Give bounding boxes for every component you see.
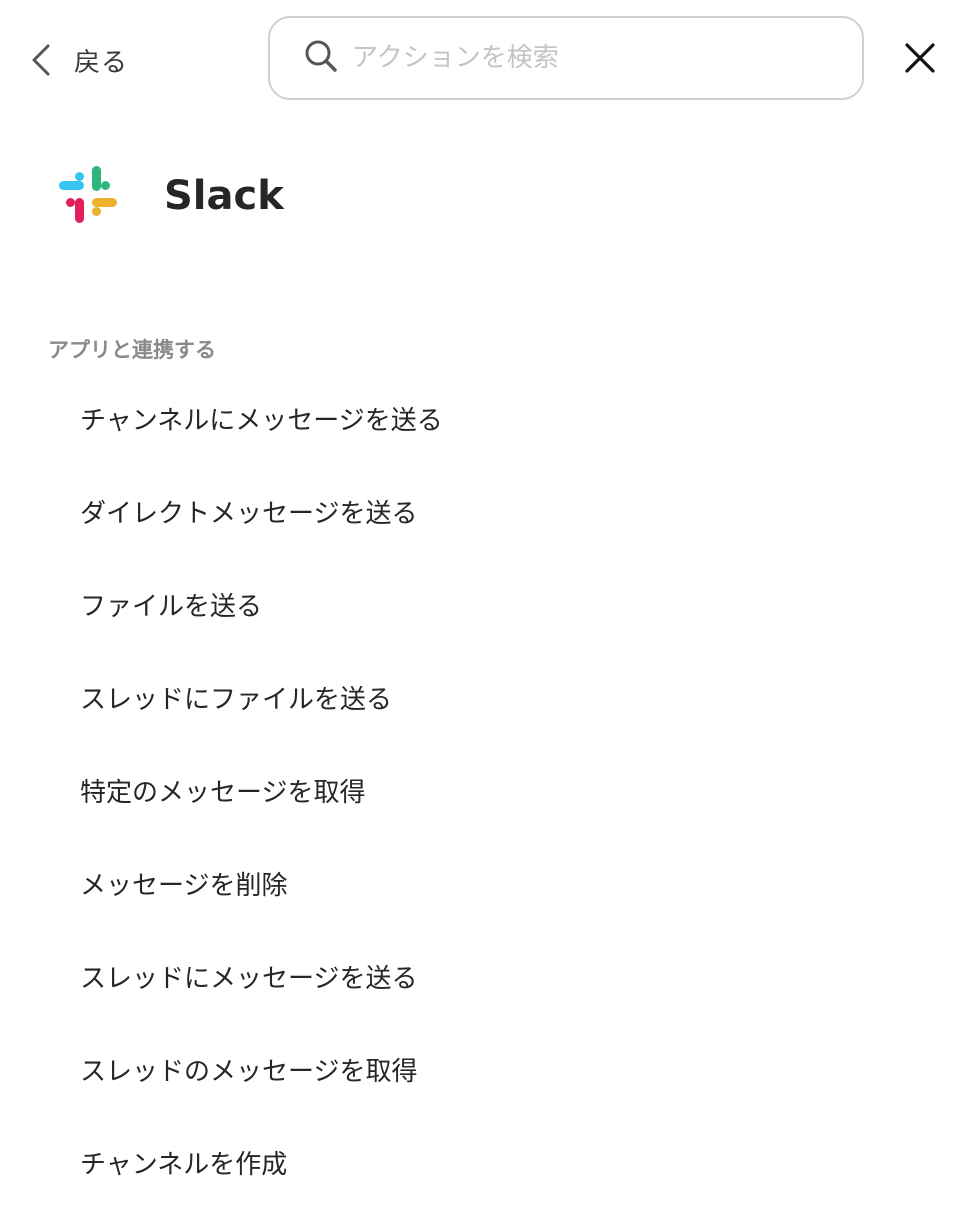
action-item-send-file-to-thread[interactable]: スレッドにファイルを送る: [0, 651, 956, 744]
section-label: アプリと連携する: [48, 338, 216, 362]
search-input[interactable]: [352, 33, 812, 83]
app-title: Slack: [164, 173, 284, 219]
slack-logo-icon: [56, 162, 120, 230]
action-item-send-direct-message[interactable]: ダイレクトメッセージを送る: [0, 465, 956, 558]
action-item-send-channel-message[interactable]: チャンネルにメッセージを送る: [0, 372, 956, 465]
top-bar: 戻る: [0, 0, 956, 120]
chevron-left-icon: [30, 43, 52, 77]
back-label: 戻る: [74, 47, 129, 78]
search-icon: [304, 39, 338, 77]
search-box[interactable]: [268, 16, 864, 100]
back-button[interactable]: 戻る: [30, 36, 128, 84]
action-item-get-thread-messages[interactable]: スレッドのメッセージを取得: [0, 1023, 956, 1116]
action-list: チャンネルにメッセージを送る ダイレクトメッセージを送る ファイルを送る スレッ…: [0, 372, 956, 1209]
action-item-get-specific-message[interactable]: 特定のメッセージを取得: [0, 744, 956, 837]
action-item-send-file[interactable]: ファイルを送る: [0, 558, 956, 651]
app-header: Slack: [56, 164, 284, 228]
close-icon: [905, 43, 935, 77]
action-item-send-thread-message[interactable]: スレッドにメッセージを送る: [0, 930, 956, 1023]
close-button[interactable]: [894, 34, 946, 86]
action-item-delete-message[interactable]: メッセージを削除: [0, 837, 956, 930]
action-item-create-channel[interactable]: チャンネルを作成: [0, 1116, 956, 1209]
